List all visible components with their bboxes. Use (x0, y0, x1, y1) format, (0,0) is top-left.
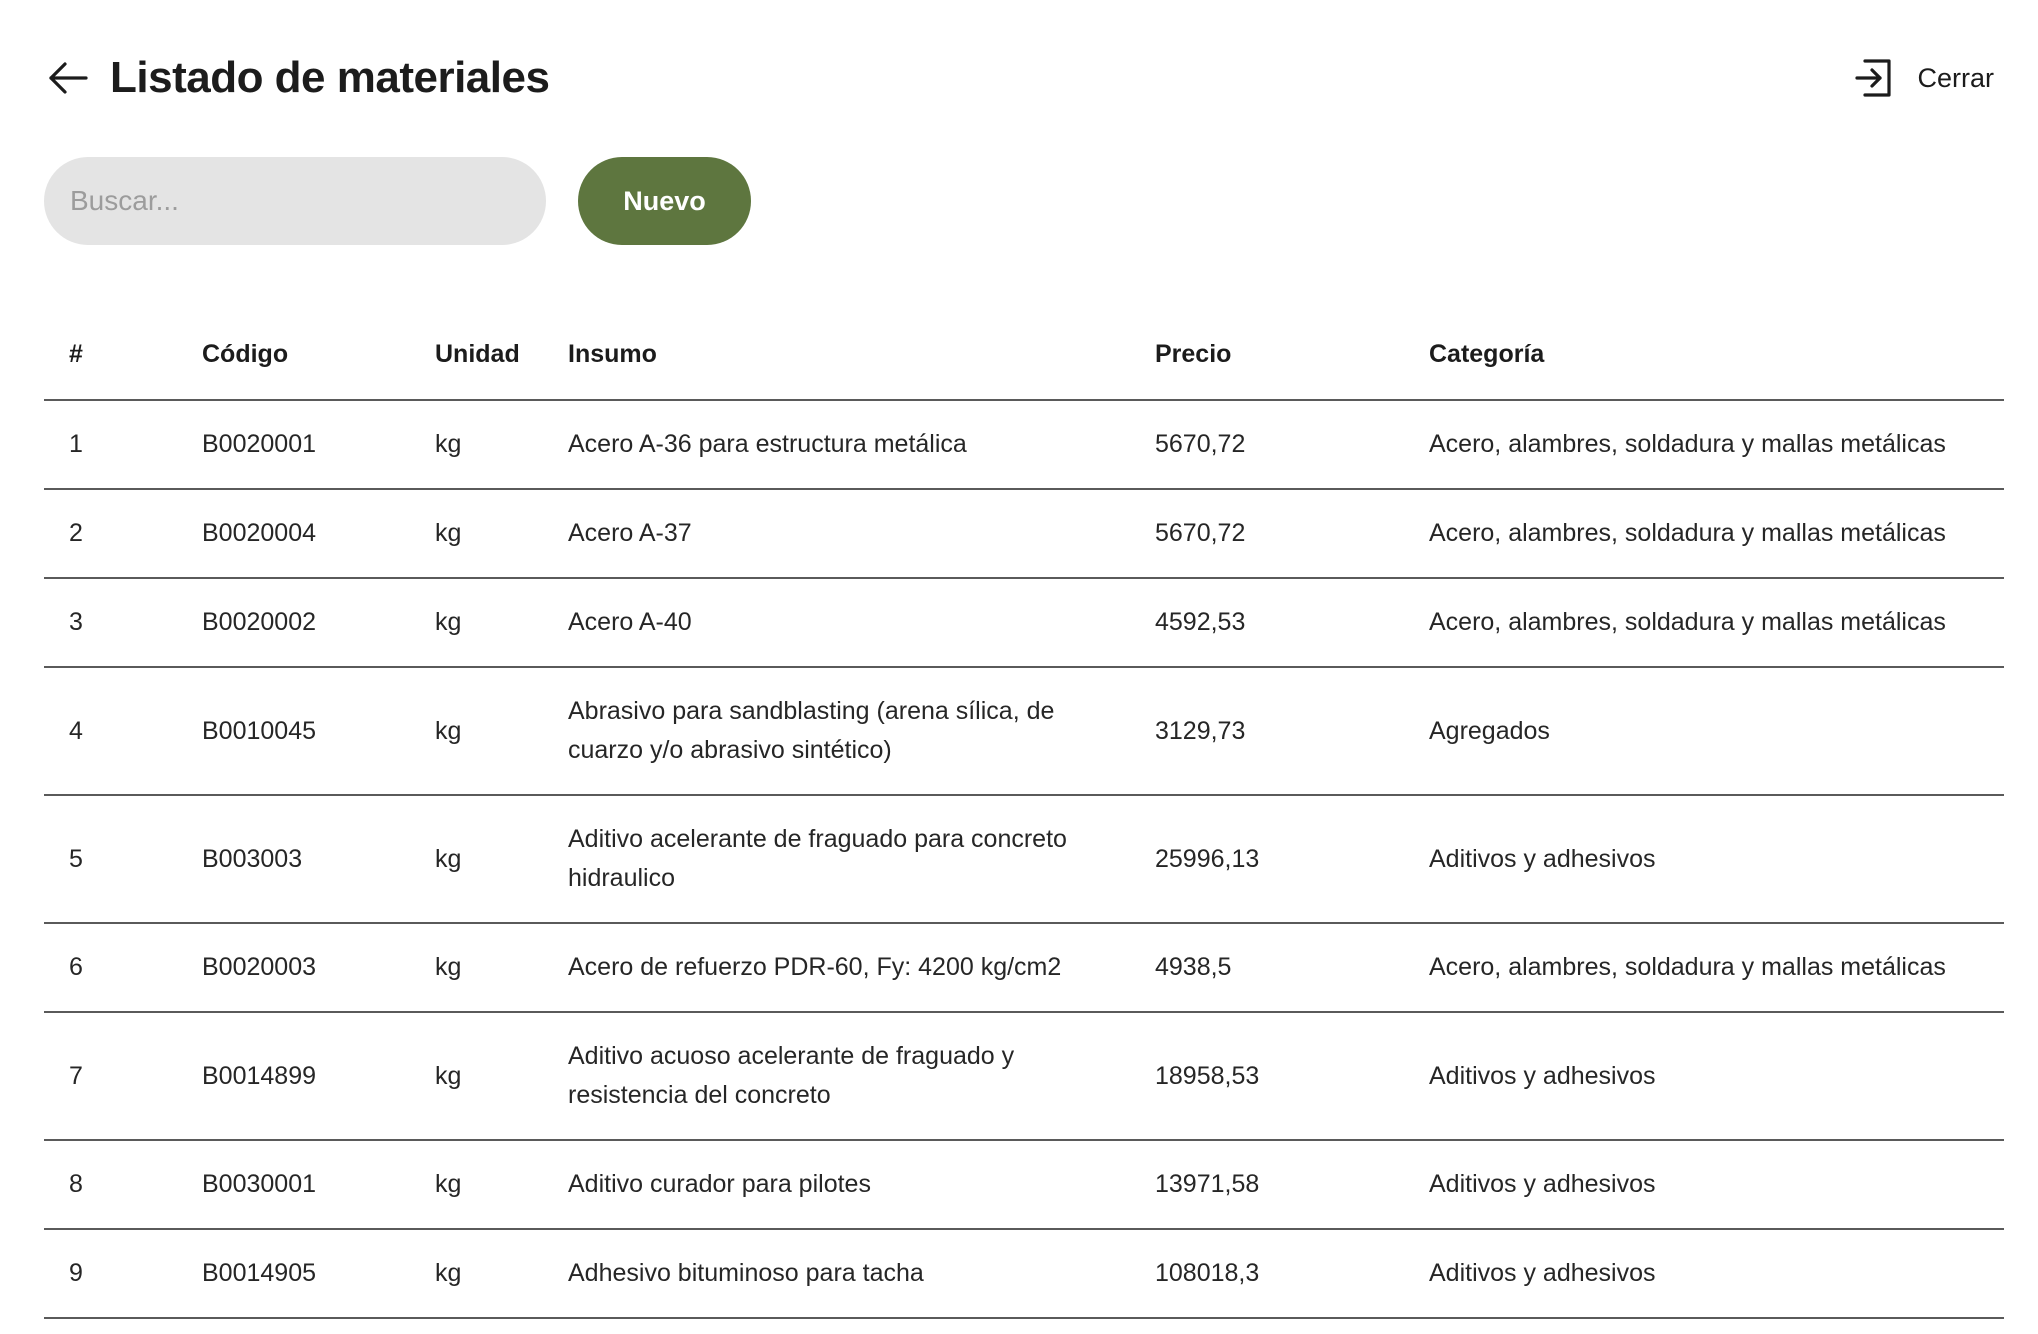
table-row[interactable]: 3 B0020002 kg Acero A-40 4592,53 Acero, … (44, 578, 2004, 668)
cell-code: B0020003 (177, 923, 410, 1013)
page-title: Listado de materiales (110, 53, 550, 102)
cell-category: Acero, alambres, soldadura y mallas metá… (1404, 489, 2004, 579)
cell-unit: kg (410, 923, 543, 1013)
column-header-unit[interactable]: Unidad (410, 310, 543, 401)
cell-number: 7 (44, 1012, 177, 1141)
table-row[interactable]: 2 B0020004 kg Acero A-37 5670,72 Acero, … (44, 489, 2004, 579)
cell-price: 25996,13 (1130, 795, 1404, 924)
cell-unit: kg (410, 578, 543, 668)
cell-price: 18958,53 (1130, 1012, 1404, 1141)
cell-category: Aditivos y adhesivos (1404, 795, 2004, 924)
toolbar: Nuevo (44, 157, 751, 245)
column-header-code[interactable]: Código (177, 310, 410, 401)
cell-unit: kg (410, 795, 543, 924)
cell-category: Agregados (1404, 667, 2004, 796)
page-header: Listado de materiales Cerrar (44, 48, 1994, 108)
cell-category: Aditivos y adhesivos (1404, 1140, 2004, 1230)
cell-unit: kg (410, 400, 543, 490)
cell-category: Acero, alambres, soldadura y mallas metá… (1404, 578, 2004, 668)
cell-number: 8 (44, 1140, 177, 1230)
cell-insumo: Aditivo curador para pilotes (543, 1140, 1130, 1230)
new-button[interactable]: Nuevo (578, 157, 751, 245)
cell-insumo: Adhesivo bituminoso para tacha (543, 1229, 1130, 1319)
cell-price: 5670,72 (1130, 400, 1404, 490)
cell-category: Aditivos y adhesivos (1404, 1012, 2004, 1141)
arrow-left-icon[interactable] (44, 54, 92, 102)
cell-price: 5670,72 (1130, 489, 1404, 579)
cell-unit: kg (410, 1012, 543, 1141)
cell-insumo: Acero A-40 (543, 578, 1130, 668)
table-row[interactable]: 9 B0014905 kg Adhesivo bituminoso para t… (44, 1229, 2004, 1319)
cell-number: 5 (44, 795, 177, 924)
table-row[interactable]: 1 B0020001 kg Acero A-36 para estructura… (44, 400, 2004, 490)
cell-price: 4592,53 (1130, 578, 1404, 668)
cell-price: 3129,73 (1130, 667, 1404, 796)
table-header-row: # Código Unidad Insumo Precio Categoría (44, 310, 2004, 401)
cell-number: 4 (44, 667, 177, 796)
cell-number: 1 (44, 400, 177, 490)
column-header-price[interactable]: Precio (1130, 310, 1404, 401)
cell-code: B0010045 (177, 667, 410, 796)
cell-insumo: Aditivo acuoso acelerante de fraguado y … (543, 1012, 1130, 1141)
cell-price: 4938,5 (1130, 923, 1404, 1013)
cell-category: Aditivos y adhesivos (1404, 1229, 2004, 1319)
close-label: Cerrar (1917, 62, 1994, 93)
cell-number: 3 (44, 578, 177, 668)
close-button[interactable]: Cerrar (1851, 55, 1994, 101)
cell-insumo: Abrasivo para sandblasting (arena sílica… (543, 667, 1130, 796)
cell-price: 13971,58 (1130, 1140, 1404, 1230)
column-header-category[interactable]: Categoría (1404, 310, 2004, 401)
title-group: Listado de materiales (44, 53, 550, 103)
cell-category: Acero, alambres, soldadura y mallas metá… (1404, 400, 2004, 490)
cell-unit: kg (410, 489, 543, 579)
search-input[interactable] (44, 157, 546, 245)
cell-number: 9 (44, 1229, 177, 1319)
materials-page: Listado de materiales Cerrar Nuevo # (0, 0, 2038, 1334)
cell-category: Acero, alambres, soldadura y mallas metá… (1404, 923, 2004, 1013)
materials-table-container: # Código Unidad Insumo Precio Categoría … (44, 310, 2004, 1319)
column-header-insumo[interactable]: Insumo (543, 310, 1130, 401)
cell-code: B003003 (177, 795, 410, 924)
cell-insumo: Acero de refuerzo PDR-60, Fy: 4200 kg/cm… (543, 923, 1130, 1013)
table-row[interactable]: 5 B003003 kg Aditivo acelerante de fragu… (44, 795, 2004, 924)
cell-code: B0020002 (177, 578, 410, 668)
materials-table: # Código Unidad Insumo Precio Categoría … (44, 310, 2004, 1319)
table-row[interactable]: 6 B0020003 kg Acero de refuerzo PDR-60, … (44, 923, 2004, 1013)
sign-out-icon (1851, 55, 1897, 101)
table-row[interactable]: 7 B0014899 kg Aditivo acuoso acelerante … (44, 1012, 2004, 1141)
table-row[interactable]: 8 B0030001 kg Aditivo curador para pilot… (44, 1140, 2004, 1230)
column-header-number[interactable]: # (44, 310, 177, 401)
cell-unit: kg (410, 1229, 543, 1319)
cell-unit: kg (410, 667, 543, 796)
cell-insumo: Acero A-37 (543, 489, 1130, 579)
cell-code: B0020004 (177, 489, 410, 579)
cell-code: B0014905 (177, 1229, 410, 1319)
cell-code: B0020001 (177, 400, 410, 490)
cell-unit: kg (410, 1140, 543, 1230)
cell-price: 108018,3 (1130, 1229, 1404, 1319)
cell-insumo: Acero A-36 para estructura metálica (543, 400, 1130, 490)
cell-code: B0014899 (177, 1012, 410, 1141)
cell-number: 2 (44, 489, 177, 579)
cell-number: 6 (44, 923, 177, 1013)
cell-insumo: Aditivo acelerante de fraguado para conc… (543, 795, 1130, 924)
cell-code: B0030001 (177, 1140, 410, 1230)
table-row[interactable]: 4 B0010045 kg Abrasivo para sandblasting… (44, 667, 2004, 796)
